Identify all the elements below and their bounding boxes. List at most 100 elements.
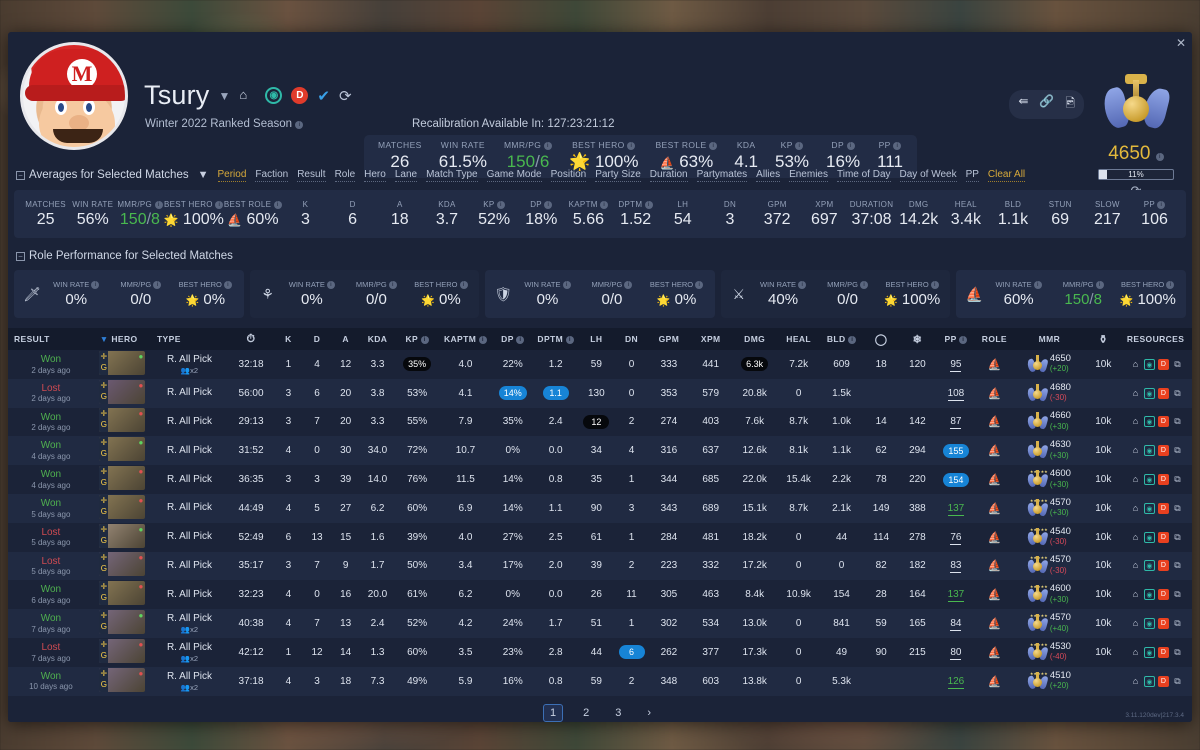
copy-icon[interactable]: ⧉: [1172, 359, 1183, 370]
cell-result[interactable]: Won2 days ago: [8, 350, 94, 379]
dotabuff-icon[interactable]: D: [1158, 676, 1169, 687]
info-icon[interactable]: i: [931, 281, 939, 289]
steam-icon[interactable]: ◉: [1144, 503, 1155, 514]
col-header-stun[interactable]: ◯: [864, 328, 899, 350]
table-row[interactable]: Lost5 days ago✛G●R. All Pick52:49613151.…: [8, 523, 1192, 552]
steam-icon[interactable]: ◉: [1144, 474, 1155, 485]
info-icon[interactable]: i: [848, 336, 856, 344]
info-icon[interactable]: i: [421, 336, 429, 344]
chevron-down-icon[interactable]: ▼: [219, 89, 231, 103]
dotabuff-icon[interactable]: D: [1158, 560, 1169, 571]
info-icon[interactable]: i: [497, 201, 505, 209]
collapse-icon[interactable]: −: [16, 171, 25, 180]
home-icon[interactable]: ⌂: [1130, 503, 1141, 514]
cell-result[interactable]: Lost5 days ago: [8, 552, 94, 581]
cell-result[interactable]: Won4 days ago: [8, 465, 94, 494]
col-header-dn[interactable]: DN: [615, 328, 648, 350]
info-icon[interactable]: i: [798, 281, 806, 289]
home-icon[interactable]: ⌂: [1130, 388, 1141, 399]
filter-chip-lane[interactable]: Lane: [395, 169, 417, 182]
steam-icon[interactable]: ◉: [1144, 618, 1155, 629]
col-header-d[interactable]: D: [303, 328, 332, 350]
copy-icon[interactable]: ⧉: [1172, 676, 1183, 687]
cell-resources[interactable]: ⌂◉D⧉: [1121, 408, 1192, 437]
dotabuff-icon[interactable]: D: [1158, 618, 1169, 629]
info-icon[interactable]: i: [959, 336, 967, 344]
info-icon[interactable]: i: [224, 281, 232, 289]
col-header-items[interactable]: ⚱: [1086, 328, 1121, 350]
verified-check-icon[interactable]: ✔: [317, 87, 330, 105]
cell-resources[interactable]: ⌂◉D⧉: [1121, 552, 1192, 581]
table-row[interactable]: Won4 days ago✛G●R. All Pick36:35333914.0…: [8, 465, 1192, 494]
dotabuff-icon[interactable]: D: [1158, 474, 1169, 485]
link-icon[interactable]: 🔗: [1039, 94, 1054, 115]
filter-chip-result[interactable]: Result: [297, 169, 325, 182]
page-button-1[interactable]: 1: [543, 704, 563, 722]
dotabuff-icon[interactable]: D: [1158, 359, 1169, 370]
role-card-3[interactable]: ⚔WIN RATE i40%MMR/PG i0/0BEST HERO i🌟 10…: [721, 270, 951, 318]
filter-chip-allies[interactable]: Allies: [756, 169, 780, 182]
dotabuff-icon[interactable]: D: [1158, 388, 1169, 399]
copy-icon[interactable]: ⧉: [1172, 532, 1183, 543]
col-header-kaptm[interactable]: KAPTM i: [439, 328, 492, 350]
dotabuff-icon[interactable]: D: [1158, 589, 1169, 600]
col-header-role[interactable]: ROLE: [976, 328, 1013, 350]
steam-icon[interactable]: ◉: [1144, 388, 1155, 399]
home-icon[interactable]: ⌂: [1130, 618, 1141, 629]
dotabuff-badge-icon[interactable]: D: [291, 87, 308, 104]
copy-icon[interactable]: ⧉: [1172, 445, 1183, 456]
role-performance-title[interactable]: −Role Performance for Selected Matches: [16, 250, 233, 262]
filter-chip-faction[interactable]: Faction: [255, 169, 288, 182]
info-icon[interactable]: i: [1034, 281, 1042, 289]
cell-resources[interactable]: ⌂◉D⧉: [1121, 523, 1192, 552]
filter-chip-enemies[interactable]: Enemies: [789, 169, 828, 182]
cell-resources[interactable]: ⌂◉D⧉: [1121, 609, 1192, 638]
filter-chip-day-of-week[interactable]: Day of Week: [900, 169, 957, 182]
col-header-k[interactable]: K: [274, 328, 303, 350]
cell-hero[interactable]: ✛G●: [94, 638, 151, 667]
copy-icon[interactable]: ⧉: [1172, 503, 1183, 514]
info-icon[interactable]: i: [460, 281, 468, 289]
cell-hero[interactable]: ✛G●: [94, 580, 151, 609]
dotabuff-icon[interactable]: D: [1158, 416, 1169, 427]
page-button-3[interactable]: 3: [609, 705, 627, 721]
close-icon[interactable]: ✕: [1176, 36, 1186, 50]
info-icon[interactable]: i: [389, 281, 397, 289]
steam-badge-icon[interactable]: ◉: [265, 87, 282, 104]
info-icon[interactable]: i: [624, 281, 632, 289]
col-header-slow[interactable]: ❄: [899, 328, 936, 350]
col-header-duration[interactable]: ⏱: [228, 328, 274, 350]
filter-chip-partymates[interactable]: Partymates: [697, 169, 748, 182]
table-row[interactable]: Won4 days ago✛G●R. All Pick31:52403034.0…: [8, 436, 1192, 465]
hero-portrait[interactable]: ✛G●: [99, 552, 145, 576]
cell-result[interactable]: Lost7 days ago: [8, 638, 94, 667]
info-icon[interactable]: i: [709, 142, 717, 150]
info-icon[interactable]: i: [516, 336, 524, 344]
info-icon[interactable]: i: [645, 201, 653, 209]
averages-title[interactable]: −Averages for Selected Matches: [16, 169, 189, 181]
role-card-4[interactable]: ⛵WIN RATE i60%MMR/PG i150/8BEST HERO i🌟 …: [956, 270, 1186, 318]
info-icon[interactable]: i: [566, 336, 574, 344]
info-icon[interactable]: i: [795, 142, 803, 150]
home-icon[interactable]: ⌂: [239, 87, 256, 104]
cell-hero[interactable]: ✛G●: [94, 408, 151, 437]
filter-chip-party-size[interactable]: Party Size: [595, 169, 641, 182]
cell-hero[interactable]: ✛G●: [94, 667, 151, 696]
role-card-2[interactable]: 🛡WIN RATE i0%MMR/PG i0/0BEST HERO i🌟 0%: [485, 270, 715, 318]
dotabuff-icon[interactable]: D: [1158, 647, 1169, 658]
hero-portrait[interactable]: ✛G●: [99, 380, 145, 404]
col-header-resources[interactable]: RESOURCES: [1121, 328, 1192, 350]
cell-hero[interactable]: ✛G●: [94, 552, 151, 581]
clear-all-button[interactable]: Clear All: [988, 169, 1025, 182]
refresh-icon[interactable]: ⟳: [339, 87, 352, 105]
hero-portrait[interactable]: ✛G●: [99, 581, 145, 605]
home-icon[interactable]: ⌂: [1130, 589, 1141, 600]
role-card-1[interactable]: ⚘WIN RATE i0%MMR/PG i0/0BEST HERO i🌟 0%: [250, 270, 480, 318]
table-row[interactable]: Won2 days ago✛G●R. All Pick👥x232:1814123…: [8, 350, 1192, 379]
next-page-button[interactable]: ›: [641, 705, 657, 721]
cell-result[interactable]: Lost5 days ago: [8, 523, 94, 552]
info-icon[interactable]: i: [215, 201, 223, 209]
info-icon[interactable]: i: [544, 142, 552, 150]
col-header-dmg[interactable]: DMG: [732, 328, 778, 350]
col-header-heal[interactable]: HEAL: [778, 328, 820, 350]
